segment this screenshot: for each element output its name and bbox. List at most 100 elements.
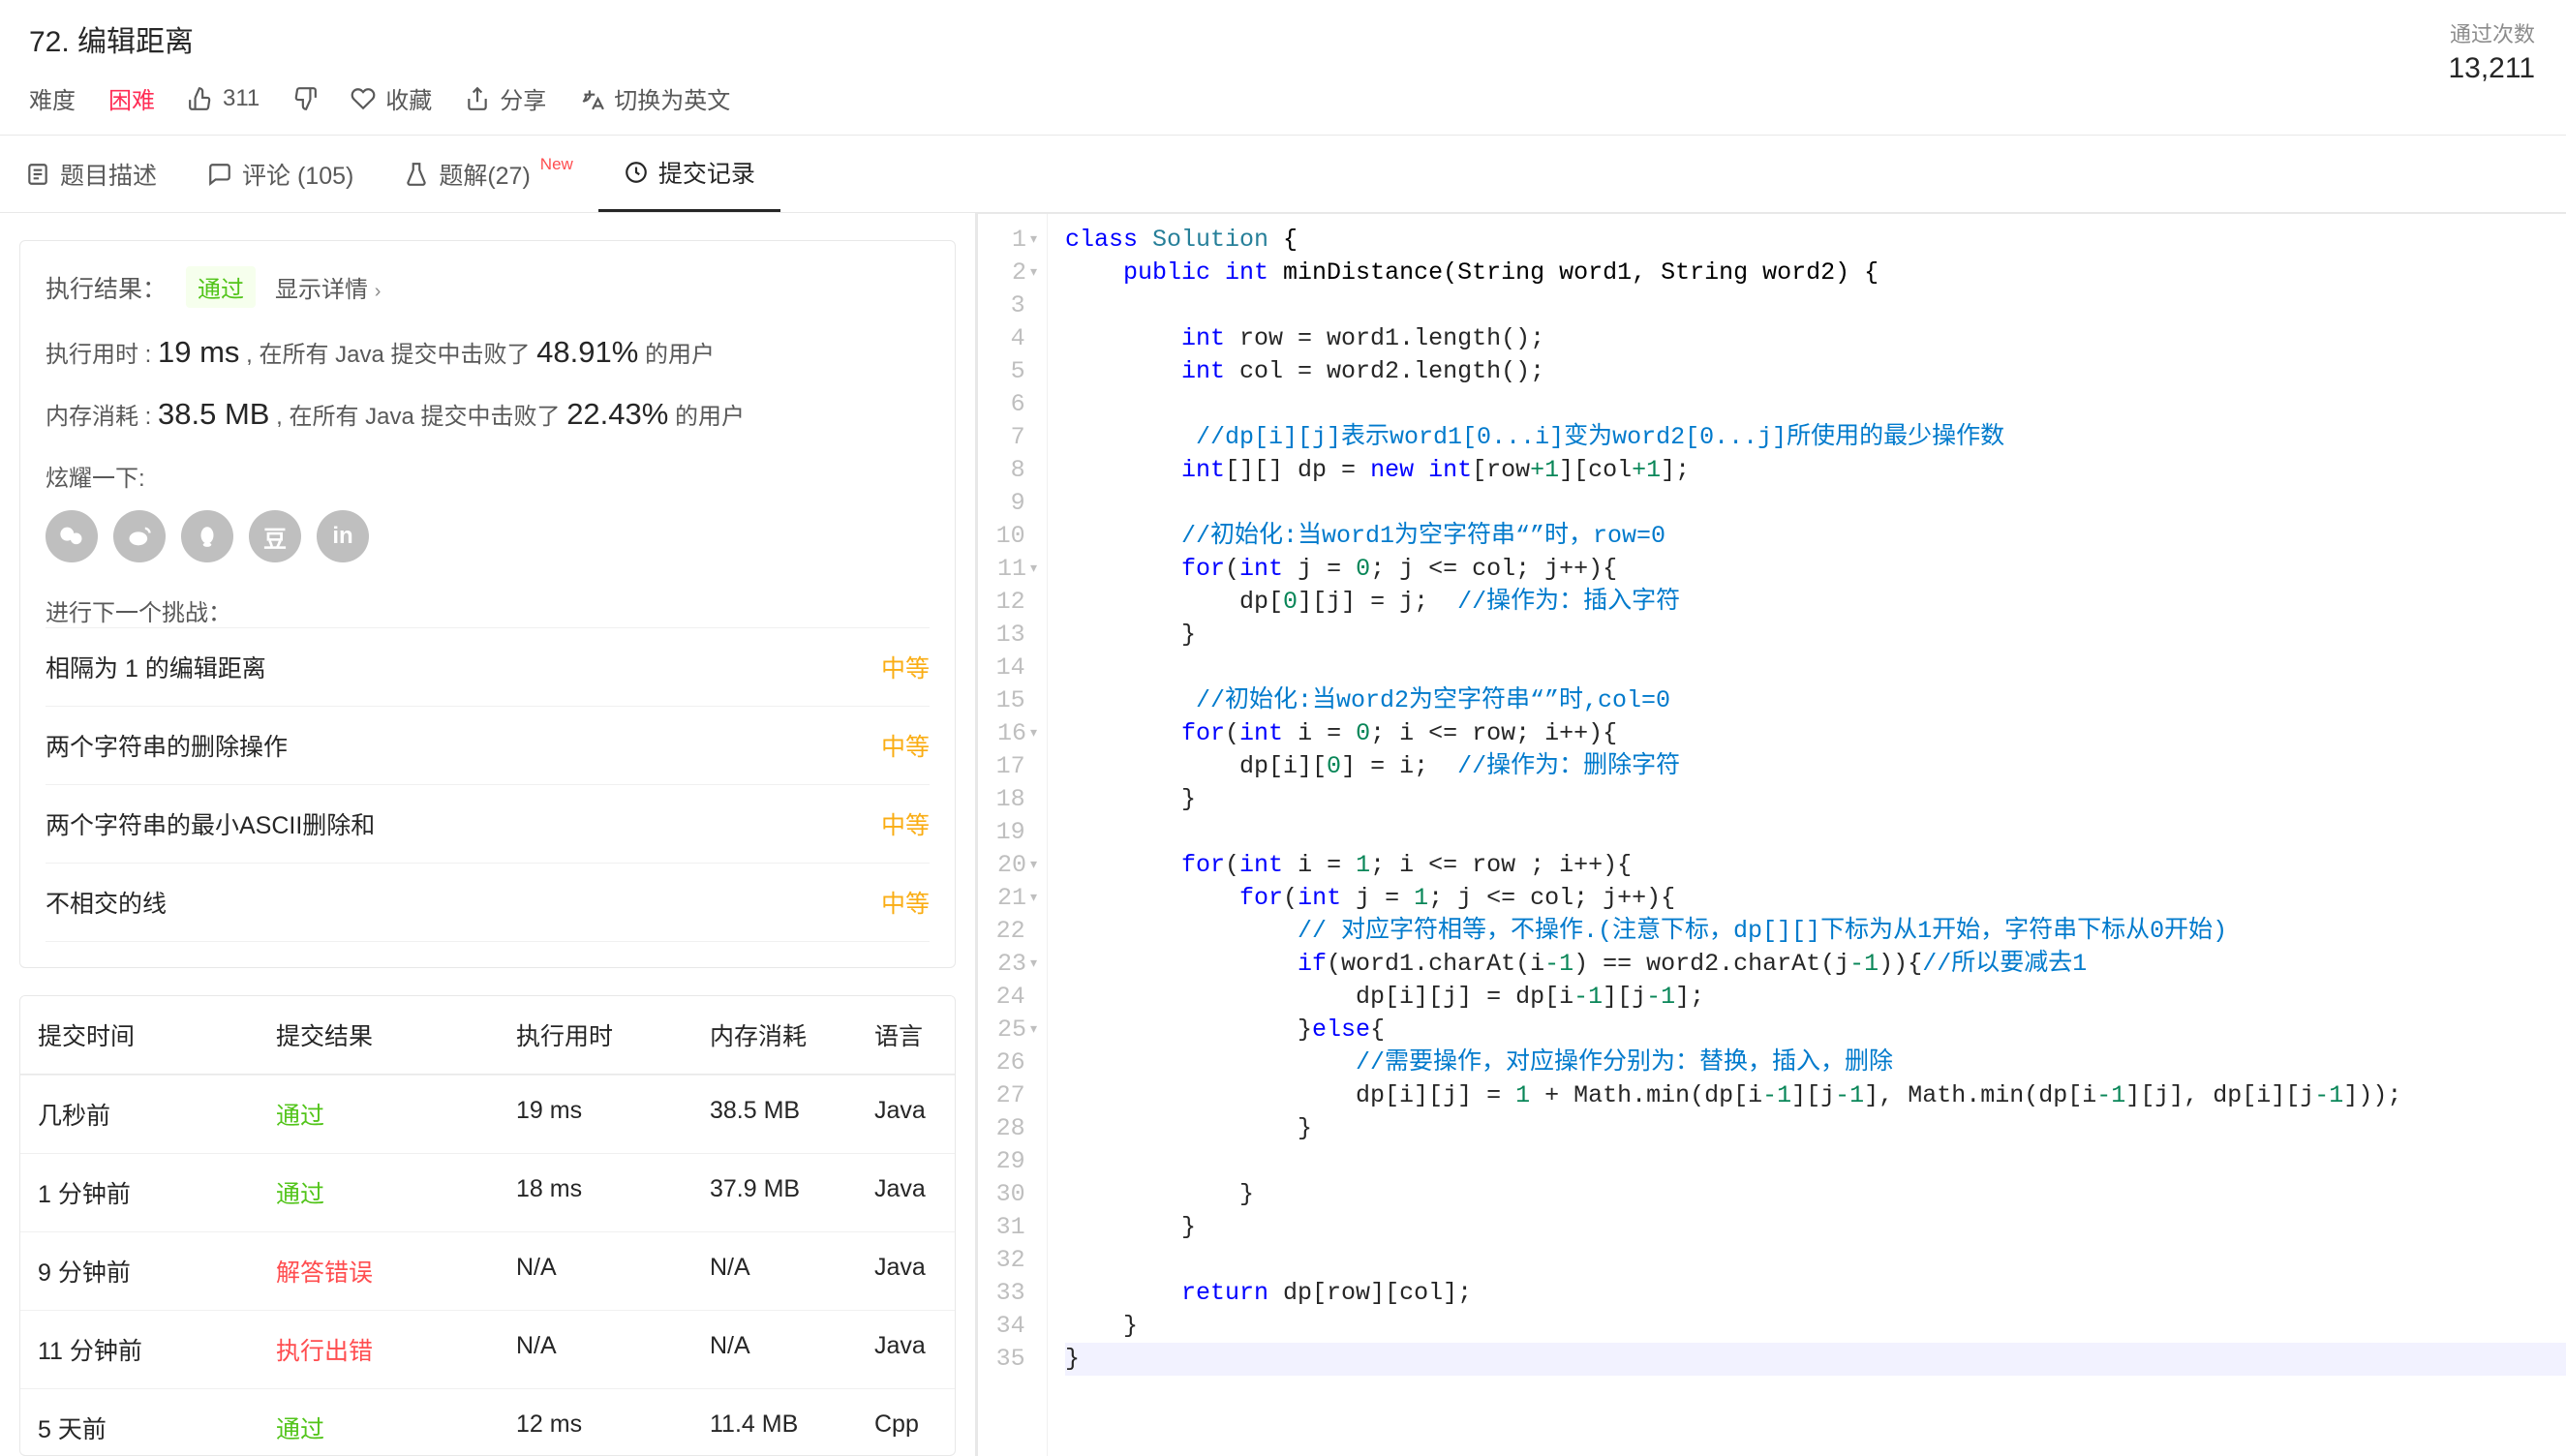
thumbs-up-icon <box>188 86 213 111</box>
td-time: 9 分钟前 <box>20 1232 259 1310</box>
tab-submissions[interactable]: 提交记录 <box>598 136 780 212</box>
comment-icon <box>207 162 232 187</box>
challenge-item[interactable]: 不相交的线中等 <box>46 863 930 942</box>
td-lang: Java <box>857 1076 954 1153</box>
challenge-name: 两个字符串的最小ASCII删除和 <box>46 806 375 841</box>
share-label: 炫耀一下: <box>46 459 930 493</box>
like-count: 311 <box>223 85 260 112</box>
table-row[interactable]: 几秒前通过19 ms38.5 MBJava <box>20 1075 955 1153</box>
challenge-difficulty: 中等 <box>881 806 930 841</box>
share-button[interactable]: 分享 <box>465 81 546 115</box>
memory-value: 38.5 MB <box>158 397 269 431</box>
main-split: 执行结果： 通过 显示详情 › 执行用时 : 19 ms , 在所有 Java … <box>0 213 2566 1456</box>
td-runtime: 19 ms <box>499 1076 692 1153</box>
wechat-icon[interactable] <box>46 510 98 562</box>
challenge-difficulty: 中等 <box>881 650 930 684</box>
switch-language-button[interactable]: 切换为英文 <box>579 81 730 115</box>
problem-header: 72. 编辑距离 通过次数 13,211 <box>0 0 2566 60</box>
td-result: 通过 <box>259 1389 499 1456</box>
runtime-row: 执行用时 : 19 ms , 在所有 Java 提交中击败了 48.91% 的用… <box>46 335 930 370</box>
tab-bar: 题目描述 评论 (105) 题解(27) New 提交记录 i Java ▾ ≡… <box>0 135 2566 213</box>
new-badge: New <box>540 155 573 174</box>
challenge-name: 相隔为 1 的编辑距离 <box>46 650 266 684</box>
challenge-item[interactable]: 相隔为 1 的编辑距离 中等 <box>46 627 930 706</box>
memory-percent: 22.43% <box>566 397 668 431</box>
tab-comments[interactable]: 评论 (105) <box>182 136 379 212</box>
td-time: 11 分钟前 <box>20 1311 259 1388</box>
td-result: 解答错误 <box>259 1232 499 1310</box>
challenge-list: 相隔为 1 的编辑距离中等两个字符串的删除操作中等两个字符串的最小ASCII删除… <box>46 627 930 942</box>
tab-comments-label: 评论 (105) <box>242 157 353 192</box>
favorite-label: 收藏 <box>385 81 432 115</box>
heart-icon <box>351 86 376 111</box>
like-button[interactable]: 311 <box>188 85 260 112</box>
problem-title: 72. 编辑距离 <box>29 17 2537 60</box>
tab-description-label: 题目描述 <box>60 157 157 192</box>
td-runtime: N/A <box>499 1232 692 1310</box>
tab-solutions[interactable]: 题解(27) New <box>379 136 597 212</box>
left-panel: 执行结果： 通过 显示详情 › 执行用时 : 19 ms , 在所有 Java … <box>0 213 978 1456</box>
weibo-icon[interactable] <box>113 510 166 562</box>
td-memory: 11.4 MB <box>692 1389 857 1456</box>
table-row[interactable]: 5 天前通过12 ms11.4 MBCpp <box>20 1388 955 1456</box>
th-runtime: 执行用时 <box>499 996 692 1074</box>
table-row[interactable]: 9 分钟前解答错误N/AN/AJava <box>20 1231 955 1310</box>
td-time: 1 分钟前 <box>20 1154 259 1231</box>
thumbs-down-icon <box>292 86 318 111</box>
tab-solutions-label: 题解(27) <box>439 157 530 192</box>
document-icon <box>25 162 50 187</box>
pass-count-box: 通过次数 13,211 <box>2448 17 2535 85</box>
pass-count-label: 通过次数 <box>2448 17 2535 48</box>
td-memory: N/A <box>692 1311 857 1388</box>
tab-submissions-label: 提交记录 <box>658 155 755 190</box>
pass-count-value: 13,211 <box>2448 52 2535 85</box>
td-lang: Java <box>857 1232 954 1310</box>
challenge-difficulty: 中等 <box>881 885 930 920</box>
challenge-item[interactable]: 两个字符串的删除操作 中等 <box>46 706 930 784</box>
challenge-item[interactable]: 两个字符串的最小ASCII删除和 中等 <box>46 784 930 863</box>
th-memory: 内存消耗 <box>692 996 857 1074</box>
td-runtime: N/A <box>499 1311 692 1388</box>
show-detail-link[interactable]: 显示详情 › <box>275 270 381 304</box>
challenge-difficulty: 中等 <box>881 728 930 763</box>
td-runtime: 12 ms <box>499 1389 692 1456</box>
douban-icon[interactable]: 豆 <box>249 510 301 562</box>
social-row: 豆 in <box>46 510 930 562</box>
exec-result-status: 通过 <box>186 266 256 308</box>
td-memory: 37.9 MB <box>692 1154 857 1231</box>
qq-icon[interactable] <box>181 510 233 562</box>
share-label: 分享 <box>500 81 546 115</box>
td-time: 几秒前 <box>20 1076 259 1153</box>
problem-meta-row: 难度 困难 311 收藏 分享 切换为英文 <box>0 60 2566 135</box>
td-lang: Cpp <box>857 1389 954 1456</box>
td-lang: Java <box>857 1311 954 1388</box>
translate-icon <box>579 86 604 111</box>
td-result: 通过 <box>259 1154 499 1231</box>
linkedin-icon[interactable]: in <box>317 510 369 562</box>
table-row[interactable]: 11 分钟前执行出错N/AN/AJava <box>20 1310 955 1388</box>
code-content[interactable]: class Solution { public int minDistance(… <box>1048 214 2566 1456</box>
td-memory: N/A <box>692 1232 857 1310</box>
table-header-row: 提交时间 提交结果 执行用时 内存消耗 语言 <box>20 996 955 1075</box>
td-result: 执行出错 <box>259 1311 499 1388</box>
exec-result-label: 执行结果： <box>46 270 167 305</box>
td-result: 通过 <box>259 1076 499 1153</box>
difficulty-value: 困难 <box>108 81 155 115</box>
submission-table: 提交时间 提交结果 执行用时 内存消耗 语言 几秒前通过19 ms38.5 MB… <box>19 995 956 1456</box>
dislike-button[interactable] <box>292 86 318 111</box>
line-number-gutter: 1▾2▾3 4 5 6 7 8 9 10 11▾12 13 14 15 16▾1… <box>978 214 1048 1456</box>
td-lang: Java <box>857 1154 954 1231</box>
tab-description[interactable]: 题目描述 <box>0 136 182 212</box>
th-lang: 语言 <box>857 996 954 1074</box>
td-time: 5 天前 <box>20 1389 259 1456</box>
memory-row: 内存消耗 : 38.5 MB , 在所有 Java 提交中击败了 22.43% … <box>46 397 930 432</box>
code-editor[interactable]: 1▾2▾3 4 5 6 7 8 9 10 11▾12 13 14 15 16▾1… <box>978 214 2566 1456</box>
challenge-name: 两个字符串的删除操作 <box>46 728 288 763</box>
result-card: 执行结果： 通过 显示详情 › 执行用时 : 19 ms , 在所有 Java … <box>19 240 956 968</box>
td-runtime: 18 ms <box>499 1154 692 1231</box>
favorite-button[interactable]: 收藏 <box>351 81 432 115</box>
result-row: 执行结果： 通过 显示详情 › <box>46 266 930 308</box>
share-icon <box>465 86 490 111</box>
td-memory: 38.5 MB <box>692 1076 857 1153</box>
table-row[interactable]: 1 分钟前通过18 ms37.9 MBJava <box>20 1153 955 1231</box>
